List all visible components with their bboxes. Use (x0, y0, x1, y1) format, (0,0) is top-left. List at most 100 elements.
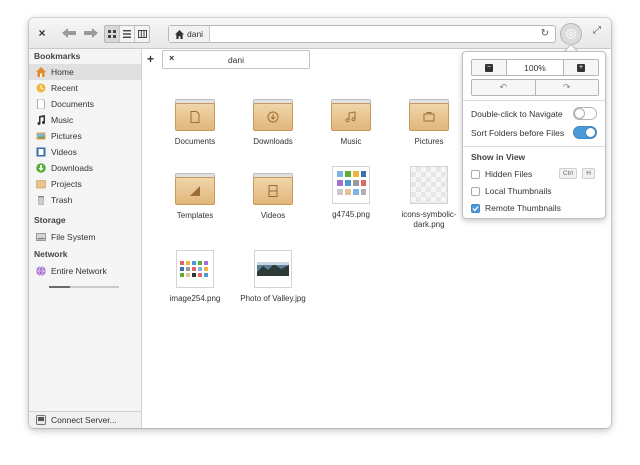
close-window-button[interactable]: × (35, 25, 49, 41)
sidebar-item-home[interactable]: Home (29, 64, 141, 80)
file-item-music[interactable]: Music (311, 99, 391, 147)
file-item-icons-symbolic-dark[interactable]: icons-symbolic-dark.png (389, 166, 469, 230)
file-item-pictures[interactable]: Pictures (389, 99, 469, 147)
file-item-photo-of-valley[interactable]: Photo of Valley.jpg (233, 250, 313, 304)
template-icon (190, 186, 200, 196)
toggle-knob (574, 108, 585, 119)
hidden-files-row[interactable]: Hidden Files Ctrl H (471, 168, 597, 180)
sidebar-item-label: Downloads (51, 163, 94, 173)
sidebar-item-label: Music (51, 115, 74, 125)
network-icon (36, 266, 46, 276)
home-icon (175, 29, 184, 39)
file-label: Downloads (253, 137, 293, 146)
divider (463, 100, 605, 101)
double-click-toggle[interactable] (573, 107, 597, 120)
film-icon (268, 185, 278, 197)
pictures-icon (423, 112, 435, 122)
sidebar-item-entire-network[interactable]: Entire Network (29, 263, 141, 279)
show-in-view-header: Show in View (471, 152, 526, 162)
sidebar-header-bookmarks: Bookmarks (34, 51, 81, 61)
document-icon (190, 111, 200, 123)
list-view-button[interactable] (120, 26, 135, 42)
sidebar: Bookmarks Home Recent Documents Music Pi… (29, 49, 142, 428)
reload-icon[interactable]: ↻ (541, 28, 549, 39)
sidebar-item-label: Pictures (51, 131, 82, 141)
landscape-photo-thumbnail (257, 262, 289, 276)
videos-icon (36, 147, 46, 157)
sort-folders-label: Sort Folders before Files (471, 128, 565, 138)
column-view-button[interactable] (135, 26, 149, 42)
sort-folders-row: Sort Folders before Files (471, 126, 597, 140)
zoom-level[interactable]: 100% (506, 60, 564, 75)
tab-dani[interactable]: × dani (162, 50, 310, 69)
sidebar-item-label: Videos (51, 147, 77, 157)
sidebar-item-trash[interactable]: Trash (29, 192, 141, 208)
file-item-downloads[interactable]: Downloads (233, 99, 313, 147)
breadcrumb-home[interactable]: dani (169, 26, 211, 42)
local-thumbnails-checkbox[interactable] (471, 186, 480, 196)
sidebar-header-storage: Storage (34, 215, 66, 225)
image-thumbnail (410, 166, 448, 204)
close-tab-icon[interactable]: × (169, 53, 174, 63)
undo-button[interactable]: ↶ (472, 80, 536, 95)
folder-icon (409, 99, 449, 131)
file-item-videos[interactable]: Videos (233, 173, 313, 221)
connect-server-label: Connect Server... (51, 415, 117, 425)
arrow-left-icon (62, 28, 76, 38)
shortcut-h-key: H (582, 168, 595, 179)
icon-grid-thumbnail (180, 261, 208, 277)
sidebar-item-recent[interactable]: Recent (29, 80, 141, 96)
location-bar[interactable]: dani ↻ (168, 25, 556, 43)
app-menu-button[interactable] (560, 23, 582, 45)
sidebar-item-label: File System (51, 232, 96, 242)
document-icon (37, 99, 45, 109)
sidebar-item-downloads[interactable]: Downloads (29, 160, 141, 176)
sort-folders-toggle[interactable] (573, 126, 597, 139)
file-label: Music (340, 137, 362, 146)
local-thumbnails-row[interactable]: Local Thumbnails (471, 185, 597, 197)
music-icon (345, 111, 356, 123)
gear-icon (565, 28, 577, 40)
new-tab-button[interactable]: + (147, 52, 154, 66)
recent-icon (36, 83, 46, 93)
zoom-out-button[interactable]: − (472, 60, 506, 75)
file-item-g4745[interactable]: g4745.png (311, 166, 391, 220)
remote-thumbnails-row[interactable]: Remote Thumbnails (471, 202, 597, 214)
redo-button[interactable]: ↷ (535, 80, 598, 95)
columns-icon (137, 30, 147, 38)
view-mode-switcher (104, 25, 150, 43)
forward-button[interactable] (83, 25, 99, 41)
storage-usage-bar (49, 286, 119, 288)
zoom-out-icon: − (485, 63, 493, 72)
connect-server-button[interactable]: Connect Server... (29, 411, 141, 428)
music-icon (37, 115, 45, 125)
remote-thumbnails-checkbox[interactable] (471, 203, 480, 213)
sidebar-item-documents[interactable]: Documents (29, 96, 141, 112)
shortcut-ctrl-key: Ctrl (558, 168, 577, 179)
file-item-documents[interactable]: Documents (155, 99, 235, 147)
maximize-icon[interactable]: ⤢ (593, 25, 607, 41)
sidebar-item-videos[interactable]: Videos (29, 144, 141, 160)
trash-icon (38, 196, 44, 205)
back-button[interactable] (61, 25, 77, 41)
sidebar-item-label: Entire Network (51, 266, 107, 276)
sidebar-item-label: Home (51, 67, 74, 77)
download-icon (267, 111, 279, 123)
header-bar: × dani ↻ ⤢ (29, 18, 611, 49)
sidebar-item-music[interactable]: Music (29, 112, 141, 128)
file-item-image254[interactable]: image254.png (155, 250, 235, 304)
folder-icon (175, 173, 215, 205)
download-icon (36, 163, 46, 173)
arrow-right-icon (84, 28, 98, 38)
icon-view-button[interactable] (105, 26, 120, 42)
sidebar-item-pictures[interactable]: Pictures (29, 128, 141, 144)
sidebar-item-projects[interactable]: Projects (29, 176, 141, 192)
sidebar-item-file-system[interactable]: File System (29, 229, 141, 245)
divider (463, 146, 605, 147)
file-item-templates[interactable]: Templates (155, 173, 235, 221)
zoom-in-button[interactable]: + (564, 60, 598, 75)
file-label: Photo of Valley.jpg (240, 294, 306, 303)
folder-icon (175, 99, 215, 131)
file-label: Videos (260, 211, 286, 220)
hidden-files-checkbox[interactable] (471, 169, 480, 179)
